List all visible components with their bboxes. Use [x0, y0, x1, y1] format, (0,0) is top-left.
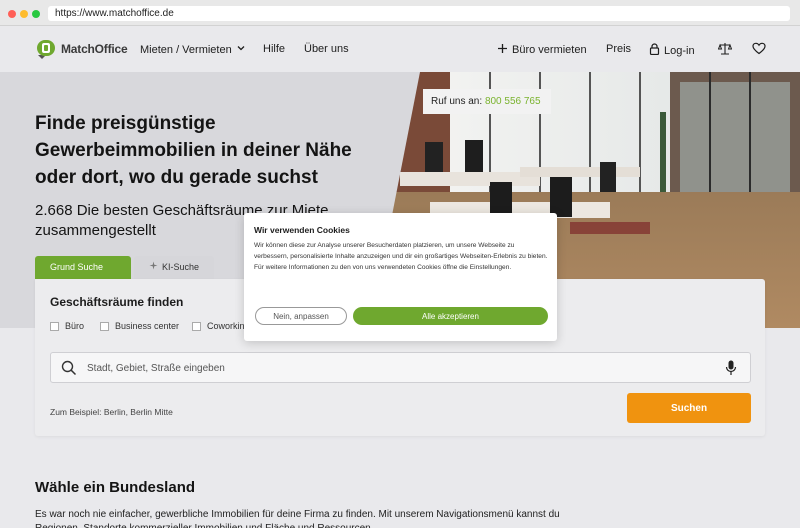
nav-buero-vermieten[interactable]: Büro vermieten	[497, 43, 587, 58]
search-icon	[61, 360, 77, 381]
nav-buero-vermieten-label: Büro vermieten	[512, 44, 587, 56]
sparkle-icon	[149, 256, 158, 279]
nav-mieten-vermieten[interactable]: Mieten / Vermieten	[140, 43, 246, 57]
location-search-field[interactable]	[50, 352, 751, 383]
nav-ueber-uns[interactable]: Über uns	[304, 43, 349, 56]
cookie-consent-dialog: Wir verwenden Cookies Wir können diese z…	[244, 213, 557, 341]
address-bar[interactable]: https://www.matchoffice.de	[48, 6, 790, 21]
phone-label: Ruf uns an:	[431, 96, 483, 107]
tab-grund-suche-label: Grund Suche	[50, 262, 104, 272]
browser-toolbar: https://www.matchoffice.de	[0, 0, 800, 26]
microphone-icon[interactable]	[725, 360, 737, 381]
cookie-accept-button[interactable]: Alle akzeptieren	[353, 307, 548, 325]
search-panel-title: Geschäftsräume finden	[50, 295, 184, 309]
tab-ki-suche-label: KI-Suche	[162, 262, 200, 272]
plus-icon	[497, 43, 508, 58]
bundesland-section-title: Wähle ein Bundesland	[35, 479, 196, 496]
phone-box[interactable]: Ruf uns an: 800 556 765	[423, 89, 551, 114]
checkbox-coworking[interactable]: Coworkin	[192, 321, 245, 331]
logo-text: MatchOffice	[61, 42, 128, 56]
close-window-dot[interactable]	[8, 10, 16, 18]
checkbox-buero-label: Büro	[65, 321, 85, 331]
phone-number[interactable]: 800 556 765	[485, 96, 541, 107]
checkbox-coworking-label: Coworkin	[207, 321, 245, 331]
checkbox-business-center-label: Business center	[115, 321, 180, 331]
nav-login-label: Log-in	[664, 44, 695, 57]
compare-scale-icon[interactable]	[717, 40, 733, 56]
checkbox-box[interactable]	[50, 321, 59, 331]
maximize-window-dot[interactable]	[32, 10, 40, 18]
cookie-reject-button[interactable]: Nein, anpassen	[255, 307, 347, 325]
checkbox-box[interactable]	[192, 321, 201, 331]
lock-icon	[649, 43, 660, 59]
nav-preis[interactable]: Preis	[606, 43, 631, 56]
nav-login[interactable]: Log-in	[649, 43, 695, 59]
search-example-hint: Zum Beispiel: Berlin, Berlin Mitte	[50, 407, 173, 417]
bundesland-section-text: Es war noch nie einfacher, gewerbliche I…	[35, 509, 560, 528]
heart-icon[interactable]	[751, 40, 767, 56]
checkbox-business-center[interactable]: Business center	[100, 321, 179, 331]
nav-mieten-label: Mieten / Vermieten	[140, 43, 232, 56]
minimize-window-dot[interactable]	[20, 10, 28, 18]
logo[interactable]: MatchOffice	[34, 37, 128, 61]
checkbox-buero[interactable]: Büro	[50, 321, 84, 331]
cookie-title: Wir verwenden Cookies	[254, 225, 350, 235]
tab-grund-suche[interactable]: Grund Suche	[35, 256, 131, 279]
nav-hilfe[interactable]: Hilfe	[263, 43, 285, 56]
location-search-input[interactable]	[87, 360, 707, 376]
site-header: MatchOffice Mieten / Vermieten Hilfe Übe…	[0, 26, 800, 72]
hero-title: Finde preisgünstige Gewerbeimmobilien in…	[35, 113, 352, 188]
checkbox-box[interactable]	[100, 321, 109, 331]
logo-icon	[34, 37, 58, 61]
tab-ki-suche[interactable]: KI-Suche	[134, 256, 214, 279]
chevron-down-icon	[236, 43, 246, 57]
cookie-text: Wir können diese zur Analyse unserer Bes…	[254, 242, 548, 272]
search-button[interactable]: Suchen	[627, 393, 751, 423]
